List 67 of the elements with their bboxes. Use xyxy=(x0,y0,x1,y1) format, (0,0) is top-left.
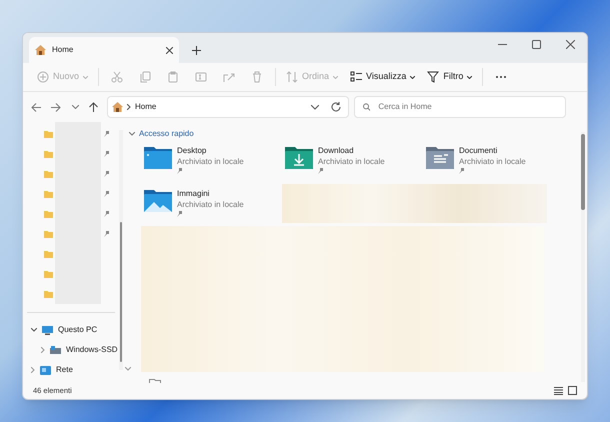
folder-icon xyxy=(149,379,161,383)
view-button[interactable]: Visualizza xyxy=(344,66,422,88)
plus-icon xyxy=(192,46,200,54)
tiles-view-icon[interactable] xyxy=(568,386,577,395)
search-field[interactable]: Cerca in Home xyxy=(354,96,566,118)
tree-item-label[interactable]: Questo PC xyxy=(58,324,98,336)
folder-icon[interactable] xyxy=(44,250,53,258)
home-icon xyxy=(35,45,46,55)
sort-icon xyxy=(286,71,298,83)
folder-icon[interactable] xyxy=(44,150,53,158)
search-input: Cerca in Home xyxy=(378,101,557,113)
filter-icon xyxy=(427,71,440,83)
chevron-right-icon[interactable] xyxy=(31,367,35,373)
refresh-icon[interactable] xyxy=(331,102,341,112)
chevron-down-icon xyxy=(410,76,416,78)
tab[interactable]: Home xyxy=(29,37,179,63)
chevron-right-icon xyxy=(127,104,131,110)
content-scrollbar[interactable] xyxy=(581,132,585,382)
chevron-down-icon xyxy=(467,76,472,78)
chevron-down-icon xyxy=(83,76,88,78)
tree-item-label[interactable]: Rete xyxy=(56,364,73,376)
close-icon xyxy=(566,40,574,48)
folder-icon[interactable] xyxy=(44,270,53,278)
forward-arrow-icon[interactable] xyxy=(51,102,61,112)
folder-subtitle: Archiviato in locale xyxy=(318,156,385,167)
chevron-down-icon[interactable] xyxy=(31,328,37,332)
network-icon xyxy=(40,366,51,374)
home-icon xyxy=(112,102,123,112)
pictures-folder-icon xyxy=(144,188,172,212)
folder-subtitle: Archiviato in locale xyxy=(177,199,244,210)
chevron-right-icon[interactable] xyxy=(41,347,45,353)
chevron-down-icon[interactable] xyxy=(72,105,79,109)
address-path: Home xyxy=(135,101,156,113)
folder-icon[interactable] xyxy=(44,130,53,138)
folder-subtitle: Archiviato in locale xyxy=(177,156,244,167)
folder-name[interactable]: Download xyxy=(318,145,385,156)
folder-name[interactable]: Immagini xyxy=(177,188,244,199)
back-arrow-icon[interactable] xyxy=(31,102,41,112)
folder-name[interactable]: Documenti xyxy=(459,145,526,156)
drive-icon xyxy=(50,346,61,354)
monitor-icon xyxy=(42,326,53,334)
chevron-down-icon[interactable] xyxy=(311,104,319,110)
chevron-down-icon[interactable] xyxy=(129,132,135,136)
documents-folder-icon xyxy=(426,145,454,169)
plus-circle-icon xyxy=(37,71,49,83)
section-title[interactable]: Accesso rapido xyxy=(139,128,194,140)
folder-icon[interactable] xyxy=(44,190,53,198)
folder-icon xyxy=(144,145,172,169)
folder-icon[interactable] xyxy=(44,290,53,298)
folder-name[interactable]: Desktop xyxy=(177,145,244,156)
folder-icon[interactable] xyxy=(44,230,53,238)
maximize-icon xyxy=(532,40,540,48)
close-icon[interactable] xyxy=(166,46,173,54)
filter-button[interactable]: Filtro xyxy=(421,66,478,88)
details-view-icon[interactable] xyxy=(554,386,563,394)
folder-icon[interactable] xyxy=(44,170,53,178)
download-folder-icon xyxy=(285,145,313,169)
address-bar[interactable]: Home xyxy=(107,96,349,118)
folder-icon[interactable] xyxy=(44,210,53,218)
chevron-down-icon xyxy=(333,76,338,78)
tree-item-label[interactable]: Windows-SSD xyxy=(66,344,118,356)
folder-subtitle: Archiviato in locale xyxy=(459,156,526,167)
up-arrow-icon[interactable] xyxy=(89,102,98,112)
list-view-icon xyxy=(350,71,362,83)
search-icon xyxy=(363,103,370,111)
tab-title: Home xyxy=(52,44,74,56)
sidebar-scrollbar[interactable] xyxy=(119,130,123,370)
